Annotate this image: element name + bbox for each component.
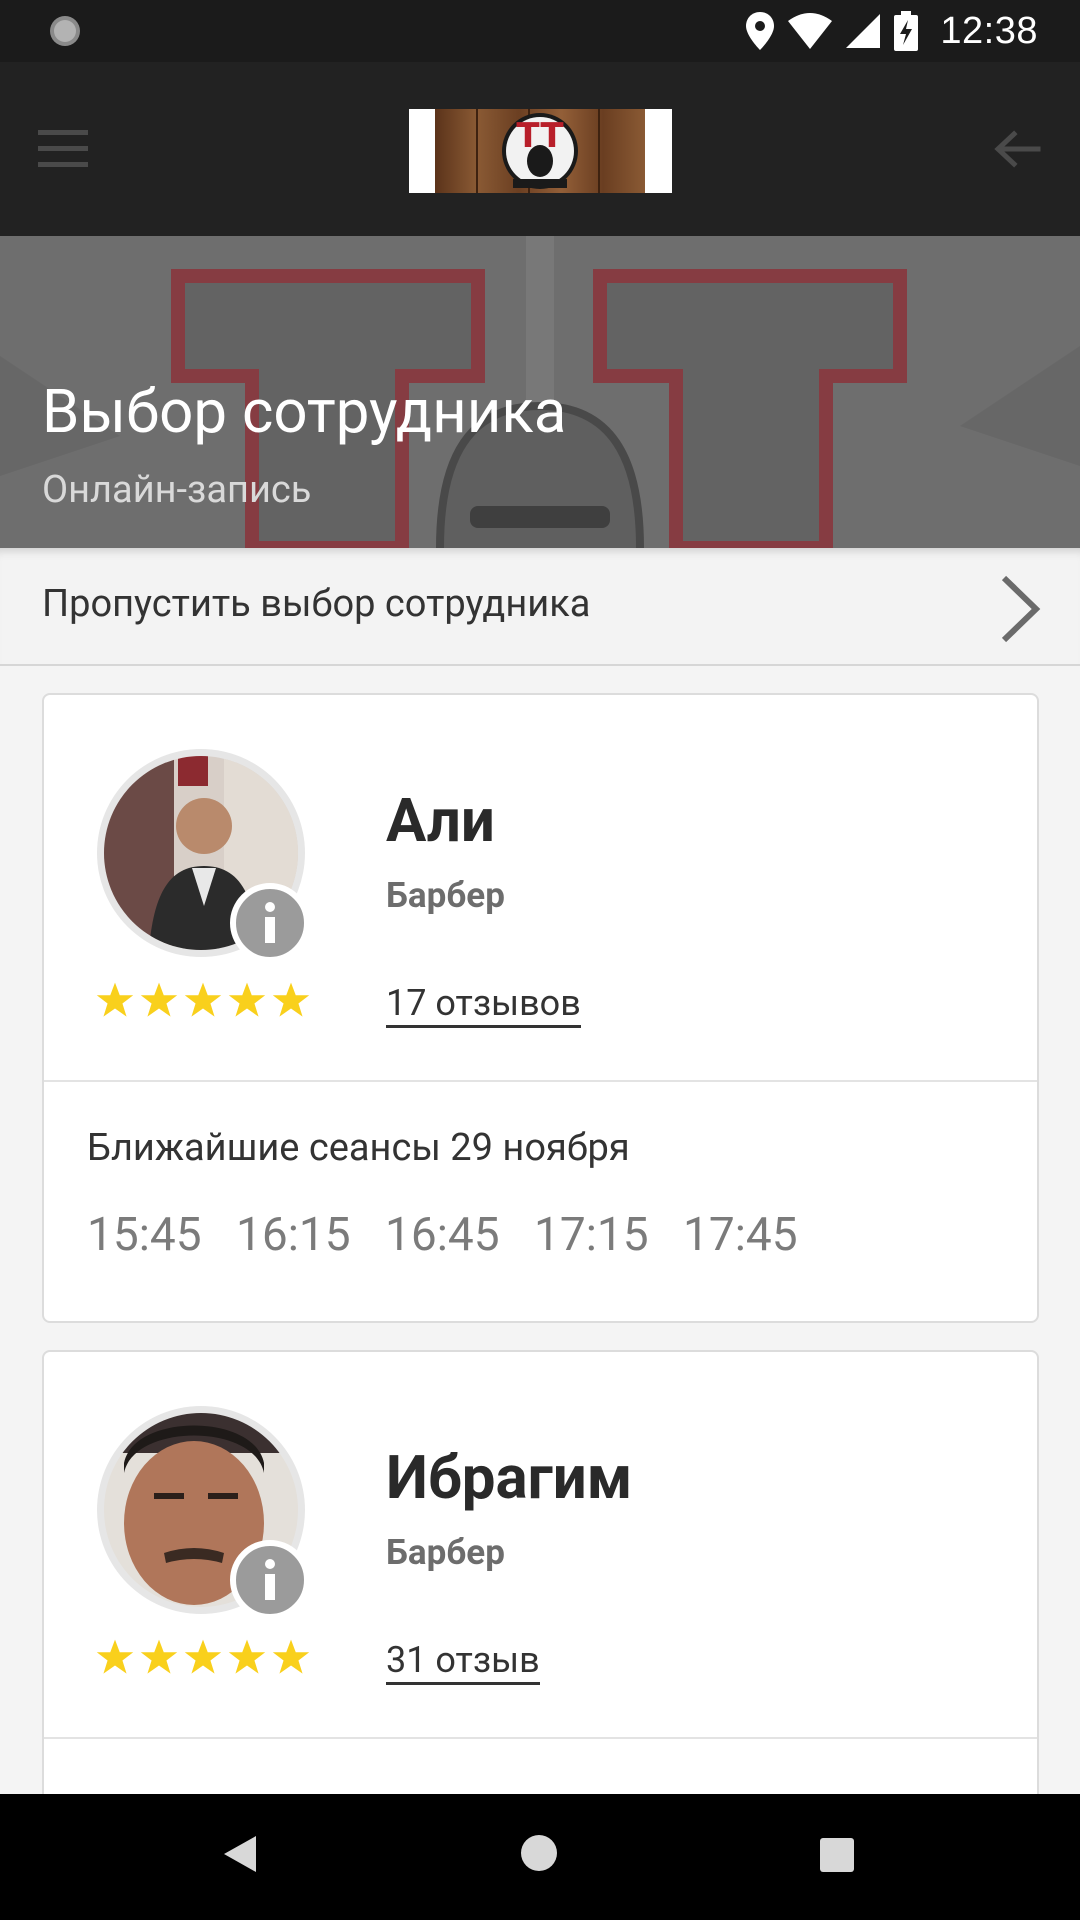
nav-back-icon[interactable]	[222, 1834, 258, 1874]
hero-banner: Выбор сотрудника Онлайн-запись	[0, 236, 1080, 548]
skip-label: Пропустить выбор сотрудника	[42, 582, 591, 626]
status-time: 12:38	[940, 9, 1038, 52]
star-icon	[272, 982, 310, 1017]
info-button[interactable]	[230, 1540, 310, 1620]
star-icon	[272, 1639, 310, 1674]
star-icon	[140, 982, 178, 1017]
status-bar: 12:38	[0, 0, 1080, 62]
rating-stars	[96, 981, 310, 1019]
brand-logo: TT	[409, 109, 672, 193]
star-icon	[228, 982, 266, 1017]
star-icon	[184, 1639, 222, 1674]
back-arrow-icon[interactable]	[992, 124, 1042, 174]
time-slot[interactable]: 16:45	[385, 1208, 502, 1262]
nav-recents-icon[interactable]	[820, 1838, 854, 1872]
nearest-sessions: Ближайшие сеансы 29 ноября 15:45 16:15 1…	[44, 1080, 1037, 1320]
signal-icon	[846, 14, 881, 48]
app-toolbar: TT	[0, 62, 1080, 236]
time-slots: 15:45 16:15 16:45 17:15 17:45	[87, 1208, 800, 1262]
employee-role: Барбер	[386, 875, 505, 916]
info-button[interactable]	[230, 883, 310, 963]
nav-home-icon[interactable]	[520, 1834, 558, 1872]
time-slot[interactable]: 15:45	[87, 1208, 204, 1262]
wifi-icon	[788, 13, 833, 49]
employee-role: Барбер	[386, 1532, 505, 1573]
skip-employee-selection-row[interactable]: Пропустить выбор сотрудника	[0, 548, 1080, 666]
menu-icon[interactable]	[38, 128, 88, 170]
time-slot[interactable]: 16:15	[236, 1208, 353, 1262]
location-icon	[746, 12, 775, 50]
info-icon	[265, 1559, 275, 1600]
star-icon	[96, 982, 134, 1017]
employee-card[interactable]: Али Барбер 17 отзывов Ближайшие сеансы 2…	[42, 693, 1039, 1323]
star-icon	[184, 982, 222, 1017]
reviews-link[interactable]: 31 отзыв	[386, 1638, 540, 1685]
battery-icon	[894, 11, 919, 51]
logo-image: TT	[409, 109, 672, 193]
employee-name: Али	[386, 785, 495, 856]
rating-stars	[96, 1638, 310, 1676]
page-subtitle: Онлайн-запись	[42, 468, 312, 512]
employee-card-header[interactable]: Али Барбер 17 отзывов	[44, 695, 1037, 1080]
system-navigation-bar	[0, 1794, 1080, 1920]
star-icon	[96, 1639, 134, 1674]
employee-name: Ибрагим	[386, 1442, 633, 1513]
page-title: Выбор сотрудника	[42, 376, 567, 447]
star-icon	[140, 1639, 178, 1674]
reviews-link[interactable]: 17 отзывов	[386, 981, 581, 1028]
star-icon	[228, 1639, 266, 1674]
sessions-title: Ближайшие сеансы 29 ноября	[87, 1126, 630, 1170]
chevron-right-icon	[1001, 575, 1041, 643]
time-slot[interactable]: 17:45	[683, 1208, 800, 1262]
info-icon	[265, 902, 275, 943]
employee-card-header[interactable]: Ибрагим Барбер 31 отзыв	[44, 1352, 1037, 1737]
employee-card[interactable]: Ибрагим Барбер 31 отзыв	[42, 1350, 1039, 1810]
loading-icon	[50, 16, 80, 46]
time-slot[interactable]: 17:15	[534, 1208, 651, 1262]
